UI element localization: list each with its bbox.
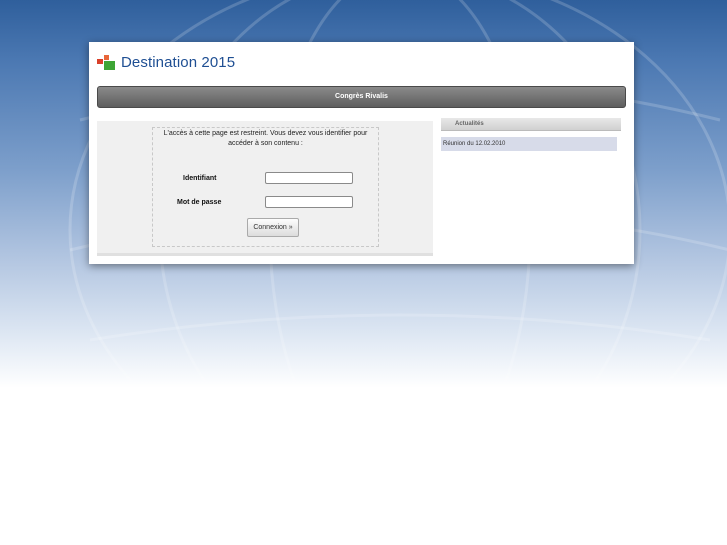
site-title: Destination 2015 <box>121 54 236 71</box>
restricted-message: L'accès à cette page est restreint. Vous… <box>163 130 368 147</box>
news-header: Actualités <box>441 118 621 131</box>
news-item[interactable]: Réunion du 12.02.2010 <box>441 137 617 151</box>
page-title: Congrès Rivalis <box>97 86 626 108</box>
logo-icon <box>97 54 117 71</box>
login-button[interactable]: Connexion » <box>247 218 299 237</box>
site-logo[interactable]: Destination 2015 <box>97 54 235 71</box>
password-input[interactable] <box>265 196 353 208</box>
username-input[interactable] <box>265 172 353 184</box>
login-form: L'accès à cette page est restreint. Vous… <box>152 127 379 247</box>
login-box: L'accès à cette page est restreint. Vous… <box>97 121 433 256</box>
main-panel: Destination 2015 Congrès Rivalis L'accès… <box>89 42 634 264</box>
username-label: Identifiant <box>183 175 217 182</box>
password-label: Mot de passe <box>177 199 222 206</box>
